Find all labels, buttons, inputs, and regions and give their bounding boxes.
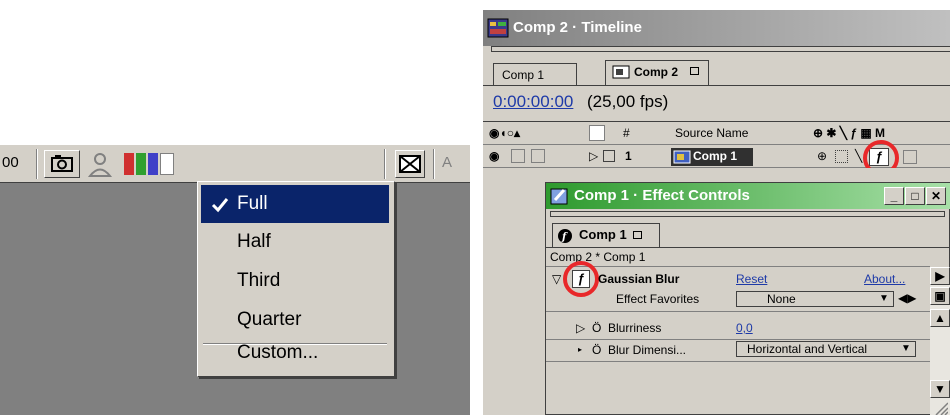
effect-fx-icon: f (558, 229, 572, 243)
title-divider (550, 211, 945, 217)
timeline-title: Comp 2 · Timeline (513, 19, 642, 36)
dropdown-arrow-icon: ▼ (879, 293, 889, 304)
timeline-window-icon (487, 18, 509, 38)
blur-dimension-select[interactable]: Horizontal and Vertical ▼ (736, 341, 916, 357)
effect-favorites-select[interactable]: None ▼ (736, 291, 894, 307)
snapshot-button[interactable] (44, 150, 80, 178)
title-divider (491, 46, 950, 52)
collapse-switch-icon[interactable]: ⊕ (817, 149, 827, 163)
scroll-right-arrow-icon[interactable]: ▶ (930, 267, 950, 285)
tab-label: Comp 2 (634, 65, 679, 79)
menu-item-full[interactable]: Full (201, 185, 389, 223)
layer-name-cell[interactable]: Comp 1 (671, 148, 753, 166)
reset-link[interactable]: Reset (736, 272, 767, 286)
camera-icon (51, 155, 73, 172)
composition-icon (673, 150, 691, 164)
composition-icon (612, 65, 630, 79)
stopwatch-icon[interactable]: Ö (592, 343, 601, 357)
param-label: Blurriness (608, 321, 662, 335)
menu-item-label: Custom... (237, 342, 319, 363)
visibility-eye-icon[interactable]: ◉ (489, 149, 499, 163)
user-icon[interactable] (85, 151, 115, 179)
about-link[interactable]: About... (864, 272, 905, 286)
param-bullet-icon: ▸ (578, 345, 583, 354)
param-label: Blur Dimensi... (608, 343, 687, 357)
param-expand-triangle-icon[interactable]: ▷ (576, 321, 585, 335)
tab-baseline (483, 85, 950, 86)
expand-triangle-icon[interactable]: ▷ (589, 149, 598, 163)
timeline-window: Comp 2 · Timeline Comp 1 Comp 2 0:00:00:… (483, 10, 950, 415)
effect-controls-title: Comp 1 · Effect Controls (574, 187, 750, 204)
stopwatch-icon[interactable]: Ö (592, 321, 601, 335)
tab-effect-comp-1[interactable]: f Comp 1 (552, 223, 660, 247)
tab-comp-1[interactable]: Comp 1 (493, 63, 577, 85)
av-features-icons: ◉◖○▴ (489, 126, 520, 140)
toolbar-separator (384, 149, 386, 179)
minimize-button[interactable]: _ (884, 187, 904, 205)
tab-menu-icon[interactable] (633, 231, 642, 239)
effect-favorites-label: Effect Favorites (616, 292, 700, 306)
effect-controls-window: Comp 1 · Effect Controls _ □ ✕ f Comp 1 … (545, 182, 950, 415)
green-channel-swatch[interactable] (136, 153, 146, 175)
timeline-titlebar[interactable]: Comp 2 · Timeline (483, 10, 950, 46)
menu-item-third[interactable]: Third (201, 262, 389, 300)
select-value: None (767, 292, 796, 306)
resize-grip-icon[interactable] (932, 401, 949, 415)
effect-controls-window-icon (550, 188, 568, 205)
fps-label: (25,00 fps) (587, 92, 669, 111)
resolution-dropdown-menu: Full Half Third Quarter Custom... (197, 181, 395, 377)
scroll-down-arrow-icon[interactable]: ▼ (930, 380, 950, 398)
breadcrumb: Comp 2 * Comp 1 (550, 250, 646, 264)
quality-switch[interactable] (835, 150, 848, 163)
toolbar-separator (36, 149, 38, 179)
motion-blur-switch-icon[interactable]: ╲ (855, 149, 862, 163)
comp-window-left: 00 A Full Half Third Quarter Custom... (0, 145, 470, 415)
scroll-up-arrow-icon[interactable]: ▲ (930, 309, 950, 327)
menu-item-label: Half (237, 231, 271, 252)
effect-collapse-triangle-icon[interactable]: ▽ (552, 272, 561, 286)
solo-toggle[interactable] (531, 149, 545, 163)
annotation-circle (563, 261, 599, 297)
layer-name: Comp 1 (693, 149, 738, 163)
switches-header-icons: ⊕ ✱ ╲ ƒ ▦ M (813, 126, 886, 140)
menu-item-half[interactable]: Half (201, 223, 389, 261)
effect-controls-titlebar[interactable]: Comp 1 · Effect Controls _ □ ✕ (546, 183, 950, 209)
label-color-swatch[interactable] (603, 150, 615, 162)
dropdown-arrow-icon: ▼ (901, 343, 911, 354)
vertical-scrollbar[interactable]: ▶ ▣ ▲ ▼ (930, 267, 950, 415)
header-number: # (623, 126, 630, 140)
comp-toolbar: 00 A (0, 145, 470, 183)
white-swatch[interactable] (160, 153, 174, 175)
effect-name: Gaussian Blur (598, 272, 680, 286)
mail-button[interactable] (395, 150, 425, 178)
tab-label: Comp 1 (502, 68, 545, 82)
timecode-display[interactable]: 0:00:00:00 (493, 92, 573, 112)
envelope-icon (399, 155, 421, 173)
tab-menu-icon[interactable] (690, 67, 699, 75)
red-channel-swatch[interactable] (124, 153, 134, 175)
menu-item-label: Full (237, 193, 268, 214)
menu-item-label: Third (237, 270, 281, 291)
header-source-name[interactable]: Source Name (675, 126, 748, 140)
toolbar-partial-label: A (442, 154, 453, 171)
menu-item-custom[interactable]: Custom... (201, 334, 389, 372)
layer-index: 1 (625, 149, 632, 163)
close-button[interactable]: ✕ (926, 187, 946, 205)
select-value: Horizontal and Vertical (747, 342, 868, 356)
parent-icon (589, 125, 605, 141)
checkmark-icon (211, 198, 229, 213)
favorites-nav-arrows-icon[interactable]: ◀▶ (898, 291, 916, 305)
audio-toggle[interactable] (511, 149, 525, 163)
toolbar-separator (433, 149, 435, 179)
menu-item-label: Quarter (237, 309, 302, 330)
zoom-value[interactable]: 00 (2, 154, 19, 171)
tab-label: Comp 1 (579, 227, 627, 242)
tab-comp-2[interactable]: Comp 2 (605, 60, 709, 85)
panel-menu-icon[interactable]: ▣ (930, 287, 950, 305)
blue-channel-swatch[interactable] (148, 153, 158, 175)
maximize-button[interactable]: □ (905, 187, 925, 205)
tab-baseline (546, 247, 950, 248)
frame-blend-switch[interactable] (903, 150, 917, 164)
blurriness-value[interactable]: 0,0 (736, 321, 753, 335)
